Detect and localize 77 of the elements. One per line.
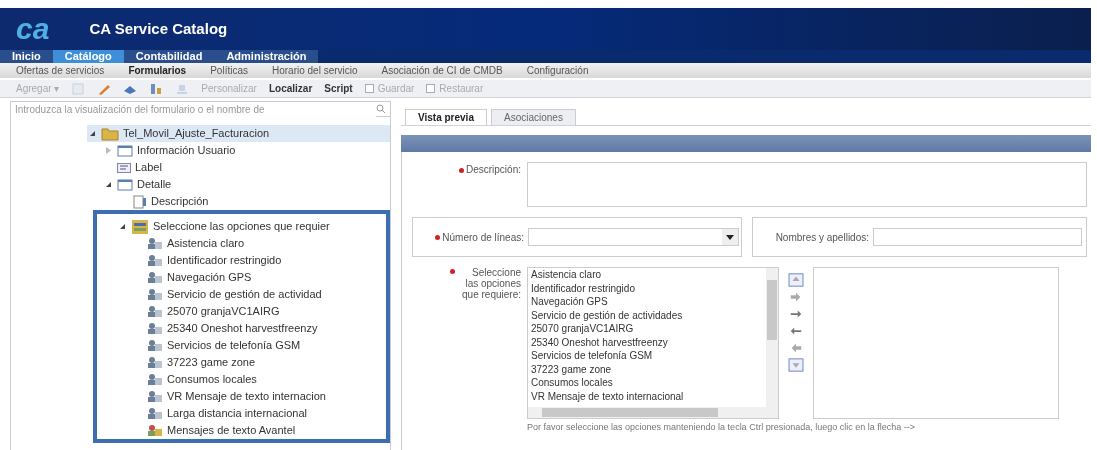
tree-item[interactable]: Larga distancia internacional — [167, 405, 308, 422]
sub-nav-link[interactable]: Horario del servicio — [271, 63, 358, 78]
list-option[interactable]: VR Mensaje de texto internacional — [531, 389, 766, 403]
main-tab[interactable]: Contabilidad — [123, 50, 215, 63]
option-icon — [147, 424, 163, 437]
tree-item[interactable]: Navegación GPS — [167, 269, 252, 286]
option-icon — [147, 356, 163, 369]
tree-item[interactable]: VR Mensaje de texto internacion — [167, 388, 326, 405]
description-field[interactable] — [527, 162, 1087, 207]
expanded-triangle-icon[interactable] — [88, 130, 96, 137]
section-icon — [117, 144, 133, 157]
field-label: Seleccione las opciones que requiere: — [461, 267, 521, 300]
help-text: Por favor seleccione las opciones manteniendo la tecla Ctrl presionada, luego clic en la flecha --> — [527, 422, 916, 432]
collapsed-triangle-icon[interactable] — [104, 147, 112, 154]
search-field[interactable]: Introduzca la visualización del formulario o el nombre de — [11, 102, 376, 117]
tree-item[interactable]: 25340 Oneshot harvestfreenzy — [167, 320, 318, 337]
sub-nav-link[interactable]: Formularios — [128, 63, 187, 78]
option-icon — [147, 407, 163, 420]
sub-nav-link[interactable]: Políticas — [210, 63, 248, 78]
toolbar-button[interactable]: Localizar — [268, 81, 313, 96]
option-icon — [147, 237, 163, 250]
main-tab[interactable]: Administración — [214, 50, 319, 63]
list-option[interactable]: Servicio de gestión de actividades — [531, 308, 766, 322]
folder-icon — [101, 126, 119, 141]
option-icon — [147, 390, 163, 403]
option-icon — [147, 305, 163, 318]
label-icon — [117, 162, 131, 173]
option-icon — [147, 254, 163, 267]
logo[interactable]: ca — [16, 14, 50, 44]
sub-nav-link[interactable]: Configuración — [526, 63, 589, 78]
tree-item[interactable]: Descripción — [151, 193, 209, 210]
list-option[interactable]: Asistencia claro — [531, 268, 766, 282]
field-label: Número de líneas: — [442, 231, 524, 243]
options-listbox[interactable] — [527, 267, 779, 419]
names-field[interactable] — [873, 228, 1082, 246]
tree-item[interactable]: 37223 game zone — [167, 354, 256, 371]
list-icon — [131, 218, 149, 235]
selected-options-box[interactable] — [813, 267, 1059, 419]
list-option[interactable]: 25340 Oneshot harvestfreenzy — [531, 335, 766, 349]
list-option[interactable]: Navegación GPS — [531, 295, 766, 309]
option-icon — [147, 339, 163, 352]
tree-item[interactable]: Información Usuario — [137, 142, 236, 159]
tree-item[interactable]: Identificador restringido — [167, 252, 282, 269]
list-option[interactable]: Identificador restringido — [531, 281, 766, 295]
app-title: CA Service Catalog — [89, 18, 228, 39]
list-option[interactable]: 25070 granjaVC1AIRG — [531, 322, 766, 336]
tree-item[interactable]: Seleccione las opciones que requier — [153, 218, 330, 235]
search-icon[interactable] — [376, 104, 386, 114]
tree-item[interactable]: Mensajes de texto Avantel — [167, 422, 296, 439]
vertical-scrollbar[interactable] — [766, 268, 778, 407]
main-tab[interactable]: Inicio — [0, 50, 53, 63]
expanded-triangle-icon[interactable] — [118, 223, 126, 230]
field-label: Nombres y apellidos: — [775, 231, 869, 243]
option-icon — [147, 271, 163, 284]
sub-nav-link[interactable]: Asociación de CI de CMDB — [381, 63, 503, 78]
toolbar-button[interactable]: Script — [324, 81, 353, 96]
expanded-triangle-icon[interactable] — [104, 181, 112, 188]
tree-item[interactable]: Consumos locales — [167, 371, 257, 388]
sub-nav-link[interactable]: Ofertas de servicios — [16, 63, 105, 78]
tab[interactable]: Asociaciones — [490, 109, 576, 125]
tab[interactable]: Vista previa — [405, 109, 487, 125]
tree-item[interactable]: Label — [135, 159, 162, 176]
option-icon — [147, 288, 163, 301]
tree-item[interactable]: Asistencia claro — [167, 235, 245, 252]
toolbar-icon[interactable] — [149, 81, 164, 96]
option-icon — [147, 322, 163, 335]
list-option[interactable]: Servicios de telefonía GSM — [531, 349, 766, 363]
tree-item[interactable]: Servicio de gestión de actividad — [167, 286, 322, 303]
tree-item[interactable]: Detalle — [137, 176, 172, 193]
field-label: Descripción: — [465, 164, 521, 175]
horizontal-scrollbar[interactable] — [528, 407, 778, 418]
list-option[interactable]: 37223 game zone — [531, 362, 766, 376]
list-option[interactable]: Consumos locales — [531, 376, 766, 390]
tree-item[interactable]: Servicios de telefonía GSM — [167, 337, 301, 354]
tree-item[interactable]: 25070 granjaVC1AIRG — [167, 303, 280, 320]
section-icon — [117, 178, 133, 191]
option-icon — [147, 373, 163, 386]
